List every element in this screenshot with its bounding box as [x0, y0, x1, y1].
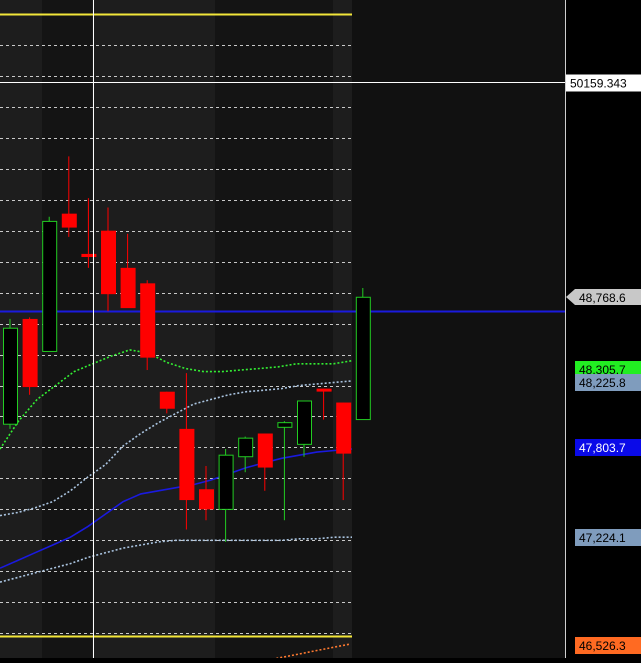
axis-label-text: 46,526.3: [579, 639, 626, 653]
candle-body: [316, 388, 332, 392]
candlestick-chart[interactable]: 50159.34348,768.648,305.748,225.847,803.…: [0, 0, 641, 663]
candle-body: [199, 489, 214, 510]
candle[interactable]: [355, 287, 371, 421]
candle-body: [61, 213, 77, 228]
candle-body: [179, 428, 195, 501]
axis-price-label[interactable]: 47,224.1: [575, 529, 641, 546]
candle-body: [218, 454, 234, 510]
future-area: [352, 0, 565, 658]
candle-body: [238, 437, 254, 458]
session-band: [333, 0, 352, 658]
candle-body: [297, 400, 312, 445]
candle-body: [120, 267, 136, 309]
axis-price-label[interactable]: 47,803.7: [575, 439, 641, 456]
cursor-price-label[interactable]: 50159.343: [566, 74, 641, 92]
candle-body: [355, 296, 371, 421]
candle-body: [159, 391, 175, 409]
candle-body: [22, 318, 38, 388]
candle-body: [336, 402, 352, 454]
axis-label-text: 48,768.6: [579, 291, 626, 305]
axis-label-text: 47,224.1: [579, 531, 626, 545]
candle-body: [3, 327, 18, 425]
axis-area: [565, 0, 641, 658]
candle-body: [42, 220, 58, 352]
axis-label-text: 48,225.8: [579, 376, 626, 390]
candle[interactable]: [42, 216, 58, 352]
candle-body: [81, 253, 97, 258]
axis-price-label[interactable]: 48,225.8: [575, 374, 641, 391]
candle-body: [277, 422, 293, 428]
candle-body: [140, 283, 156, 358]
trading-chart[interactable]: 50159.343 48,768.6 48,305.7 48,225.8 47,803.…: [0, 0, 641, 663]
candle[interactable]: [22, 317, 38, 395]
cursor-price-text: 50159.343: [570, 77, 627, 91]
axis-price-label[interactable]: 46,526.3: [575, 637, 641, 654]
axis-label-text: 47,803.7: [579, 441, 626, 455]
candle[interactable]: [140, 280, 156, 371]
candle-body: [101, 230, 116, 295]
candle[interactable]: [3, 318, 18, 429]
candle-body: [257, 433, 273, 468]
chart-background: [0, 0, 641, 658]
axis-price-label[interactable]: 48,768.6: [566, 289, 641, 305]
